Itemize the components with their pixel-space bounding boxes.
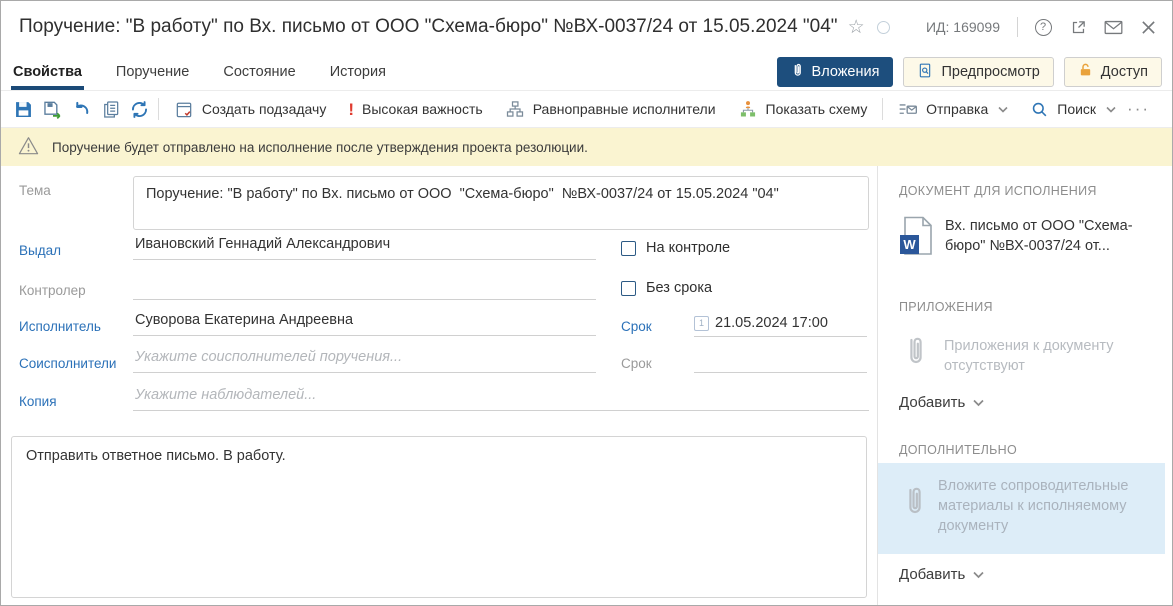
issued-by-input[interactable]: [133, 236, 596, 260]
send-dropdown[interactable]: Отправка: [887, 95, 1019, 123]
access-button[interactable]: Доступ: [1064, 57, 1162, 87]
deadline-field[interactable]: 1: [694, 315, 867, 337]
page-title: Поручение: "В работу" по Вх. письмо от О…: [19, 16, 838, 38]
tabs-row: Свойства Поручение Состояние История Вло…: [1, 53, 1172, 91]
search-dropdown[interactable]: Поиск: [1019, 95, 1127, 123]
exclamation-icon: !: [348, 101, 354, 118]
tab-assignment[interactable]: Поручение: [114, 53, 191, 90]
add-extra-button[interactable]: Добавить: [899, 566, 984, 583]
calendar-icon[interactable]: 1: [694, 316, 709, 331]
card-content: Тема Поручение: "В работу" по Вх. письмо…: [1, 166, 1172, 605]
svg-text:W: W: [903, 237, 916, 252]
subject-label: Тема: [19, 183, 51, 198]
copy-input[interactable]: [133, 387, 869, 411]
chevron-down-icon: [973, 394, 984, 411]
chevron-down-icon: [1106, 106, 1116, 113]
performer-label[interactable]: Исполнитель: [19, 319, 101, 334]
deadline2-input[interactable]: [694, 349, 867, 373]
tab-state[interactable]: Состояние: [221, 53, 297, 90]
more-actions-button[interactable]: ···: [1127, 99, 1150, 119]
tab-properties[interactable]: Свойства: [11, 53, 84, 90]
refresh-icon[interactable]: [125, 95, 154, 123]
warning-triangle-icon: [18, 136, 39, 158]
copy-icon[interactable]: [96, 95, 125, 123]
coperformers-input[interactable]: [133, 349, 596, 373]
tab-history[interactable]: История: [328, 53, 388, 90]
issued-by-label[interactable]: Выдал: [19, 243, 61, 258]
coperformers-label[interactable]: Соисполнители: [19, 356, 116, 371]
attachments-button[interactable]: Вложения: [777, 57, 894, 87]
deadline-input[interactable]: [715, 315, 855, 331]
extra-drop-hint: Вложите сопроводительные материалы к исп…: [938, 476, 1133, 544]
chevron-down-icon: [998, 106, 1008, 113]
document-section-title: ДОКУМЕНТ ДЛЯ ИСПОЛНЕНИЯ: [899, 184, 1097, 198]
extra-drop-zone[interactable]: Вложите сопроводительные материалы к исп…: [878, 463, 1165, 554]
favorite-star-icon[interactable]: ☆: [848, 16, 865, 39]
open-in-new-window-icon[interactable]: [1068, 17, 1088, 37]
extra-section-title: ДОПОЛНИТЕЛЬНО: [899, 443, 1017, 457]
on-control-checkbox[interactable]: На контроле: [621, 240, 730, 256]
titlebar-actions: ИД: 169099 ?: [926, 1, 1158, 53]
undo-icon[interactable]: [67, 95, 96, 123]
copy-label[interactable]: Копия: [19, 394, 57, 409]
chevron-down-icon: [973, 566, 984, 583]
toolbar: Создать подзадачу ! Высокая важность Рав…: [1, 91, 1172, 128]
divider: [1017, 17, 1018, 37]
record-id: ИД: 169099: [926, 19, 1000, 35]
checkbox-box[interactable]: [621, 281, 636, 296]
paperclip-icon: [791, 62, 804, 82]
attachments-empty-hint: Приложения к документу отсутствуют: [944, 336, 1156, 376]
add-attachment-button[interactable]: Добавить: [899, 394, 984, 411]
preview-document-icon: [917, 62, 933, 83]
controller-label: Контролер: [19, 283, 86, 298]
checkbox-box[interactable]: [621, 241, 636, 256]
show-scheme-button[interactable]: Показать схему: [727, 95, 879, 123]
high-importance-button[interactable]: ! Высокая важность: [337, 95, 493, 123]
performer-input[interactable]: [133, 312, 596, 336]
titlebar: Поручение: "В работу" по Вх. письмо от О…: [1, 1, 1172, 53]
document-title[interactable]: Вх. письмо от ООО "Схема-бюро" №ВХ-0037/…: [945, 216, 1145, 263]
word-document-icon: W: [899, 216, 933, 263]
toolbar-divider: [882, 98, 883, 120]
create-subtask-button[interactable]: Создать подзадачу: [163, 95, 337, 123]
paperclip-icon: [904, 484, 926, 544]
document-for-execution-item[interactable]: W Вх. письмо от ООО "Схема-бюро" №ВХ-003…: [899, 216, 1145, 263]
attachments-section-title: ПРИЛОЖЕНИЯ: [899, 300, 993, 314]
close-icon[interactable]: [1138, 17, 1158, 37]
attachments-sidebar: ДОКУМЕНТ ДЛЯ ИСПОЛНЕНИЯ W Вх. письмо от …: [877, 166, 1172, 605]
no-deadline-checkbox[interactable]: Без срока: [621, 280, 712, 296]
header-buttons: Вложения Предпросмотр Доступ: [777, 57, 1162, 87]
subject-input[interactable]: Поручение: "В работу" по Вх. письмо от О…: [133, 176, 869, 230]
status-circle-icon: [877, 21, 890, 34]
controller-input[interactable]: [133, 276, 596, 300]
save-and-close-icon[interactable]: [38, 95, 67, 123]
task-card-window: Поручение: "В работу" по Вх. письмо от О…: [0, 0, 1173, 606]
help-icon[interactable]: ?: [1033, 17, 1053, 37]
warning-text: Поручение будет отправлено на исполнение…: [52, 140, 588, 155]
deadline2-label: Срок: [621, 356, 652, 371]
paperclip-icon: [905, 334, 927, 373]
lock-icon: [1078, 62, 1093, 82]
send-by-mail-icon[interactable]: [1103, 17, 1123, 37]
equal-performers-button[interactable]: Равноправные исполнители: [494, 95, 727, 123]
save-icon[interactable]: [9, 95, 38, 123]
assignment-text-input[interactable]: Отправить ответное письмо. В работу.: [11, 436, 867, 598]
warning-banner: Поручение будет отправлено на исполнение…: [1, 128, 1172, 166]
preview-button[interactable]: Предпросмотр: [903, 57, 1053, 87]
deadline-label[interactable]: Срок: [621, 319, 652, 334]
toolbar-divider: [158, 98, 159, 120]
